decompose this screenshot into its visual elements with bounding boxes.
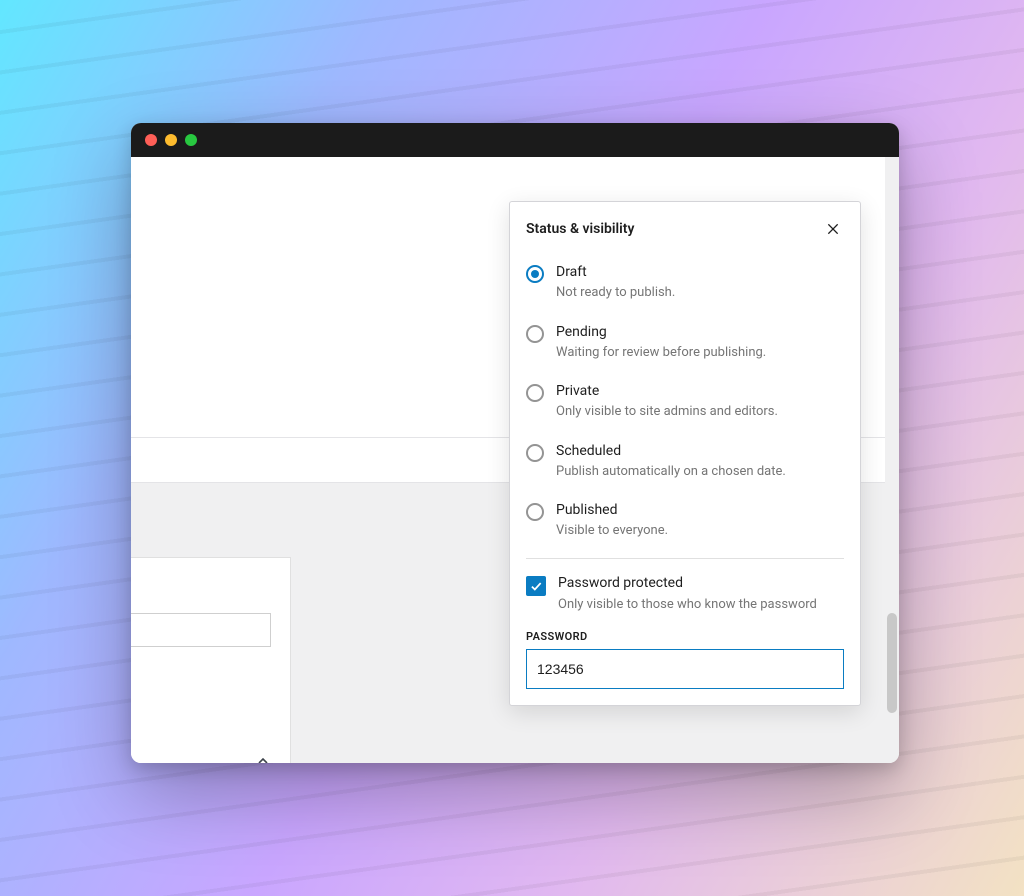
status-option-draft[interactable]: Draft Not ready to publish.: [526, 254, 844, 314]
divider: [526, 558, 844, 559]
status-option-label: Draft: [556, 264, 675, 280]
status-option-scheduled[interactable]: Scheduled Publish automatically on a cho…: [526, 433, 844, 493]
radio-draft[interactable]: [526, 265, 544, 283]
password-input[interactable]: [526, 649, 844, 689]
status-option-desc: Visible to everyone.: [556, 522, 668, 540]
sidebar-input[interactable]: [131, 613, 271, 647]
radio-scheduled[interactable]: [526, 444, 544, 462]
status-option-label: Private: [556, 383, 778, 399]
app-window: Status & visibility Draft Not ready to p…: [131, 123, 899, 763]
chevron-up-icon[interactable]: [247, 745, 279, 763]
sidebar-panel: [131, 557, 291, 763]
radio-pending[interactable]: [526, 325, 544, 343]
close-icon[interactable]: [822, 218, 844, 240]
status-option-label: Pending: [556, 324, 766, 340]
password-protected-desc: Only visible to those who know the passw…: [558, 597, 817, 612]
popover-title: Status & visibility: [526, 221, 634, 237]
status-option-private[interactable]: Private Only visible to site admins and …: [526, 373, 844, 433]
window-close-dot[interactable]: [145, 134, 157, 146]
status-option-desc: Only visible to site admins and editors.: [556, 403, 778, 421]
scrollbar-track[interactable]: [885, 157, 899, 763]
password-protected-row[interactable]: Password protected Only visible to those…: [526, 569, 844, 616]
password-field-label: PASSWORD: [526, 630, 844, 643]
status-option-desc: Waiting for review before publishing.: [556, 344, 766, 362]
status-option-desc: Not ready to publish.: [556, 284, 675, 302]
radio-private[interactable]: [526, 384, 544, 402]
status-option-label: Published: [556, 502, 668, 518]
radio-published[interactable]: [526, 503, 544, 521]
app-content: Status & visibility Draft Not ready to p…: [131, 157, 899, 763]
scrollbar-thumb[interactable]: [887, 613, 897, 713]
password-protected-label: Password protected: [558, 575, 817, 591]
window-maximize-dot[interactable]: [185, 134, 197, 146]
password-protected-checkbox[interactable]: [526, 576, 546, 596]
status-option-pending[interactable]: Pending Waiting for review before publis…: [526, 314, 844, 374]
status-option-published[interactable]: Published Visible to everyone.: [526, 492, 844, 552]
status-option-desc: Publish automatically on a chosen date.: [556, 463, 786, 481]
window-minimize-dot[interactable]: [165, 134, 177, 146]
status-option-label: Scheduled: [556, 443, 786, 459]
status-visibility-popover: Status & visibility Draft Not ready to p…: [509, 201, 861, 706]
window-titlebar: [131, 123, 899, 157]
